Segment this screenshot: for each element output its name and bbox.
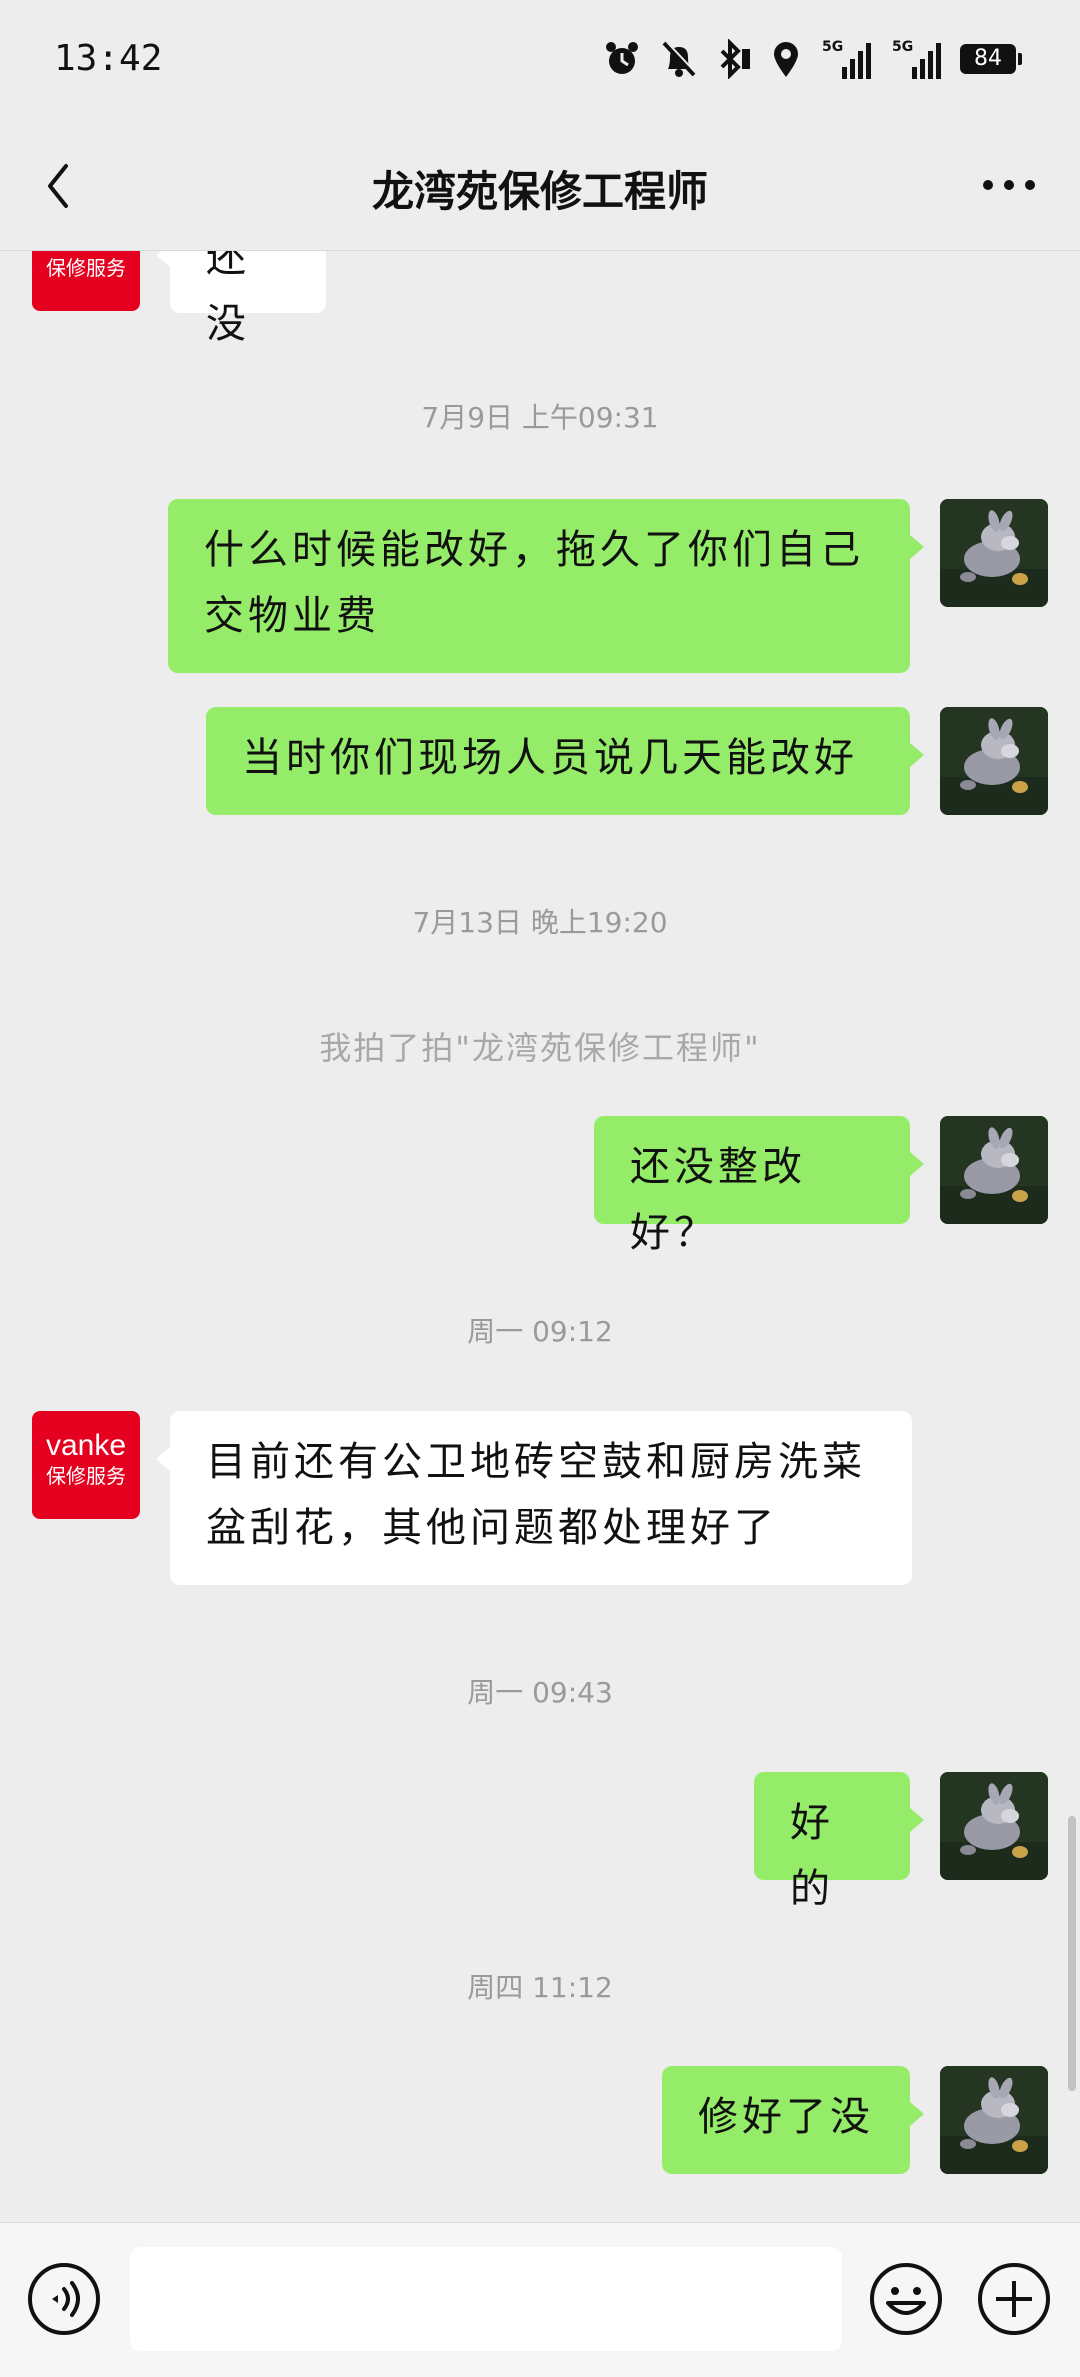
message-bubble-sent[interactable]: 什么时候能改好，拖久了你们自己交物业费 [168,499,924,673]
message-bubble-sent[interactable]: 当时你们现场人员说几天能改好 [206,707,924,815]
chat-title: 龙湾苑保修工程师 [371,167,708,216]
user-avatar[interactable] [940,1772,1048,1880]
chat-header: 龙湾苑保修工程师 [0,120,1080,251]
user-avatar[interactable] [940,707,1048,815]
battery-icon: 84 [960,44,1022,74]
message-list[interactable]: vanke 保修服务 还没 7月9日 上午09:31 什么时候能改好，拖久了你们… [0,251,1080,2221]
emoji-icon[interactable] [868,2261,944,2337]
status-time: 13:42 [54,38,163,79]
avatar-brand-text: vanke [45,1429,127,1462]
user-avatar[interactable] [940,499,1048,607]
message-input[interactable] [130,2247,842,2351]
donkey-plush-avatar-icon [940,1772,1048,1880]
avatar-sub-text: 保修服务 [46,1464,126,1488]
message-text: 还没整改好？ [630,1144,806,1256]
donkey-plush-avatar-icon [940,1116,1048,1224]
svg-text:5G: 5G [822,39,843,55]
message-bubble-received[interactable]: 目前还有公卫地砖空鼓和厨房洗菜盆刮花，其他问题都处理好了 [156,1411,912,1585]
message-bubble-received[interactable]: 还没 [156,251,326,347]
mute-bell-icon [662,41,698,77]
more-dots-icon[interactable] [974,160,1044,210]
message-text: 目前还有公卫地砖空鼓和厨房洗菜盆刮花，其他问题都处理好了 [206,1439,866,1551]
message-text: 当时你们现场人员说几天能改好 [242,735,858,781]
signal-5g-icon: 5G [822,39,871,79]
message-text: 还没 [206,251,250,347]
scrollbar-thumb[interactable] [1068,1816,1076,2091]
message-bubble-sent[interactable]: 修好了没 [662,2066,924,2174]
message-bubble-sent[interactable]: 还没整改好？ [594,1116,924,1256]
location-icon [774,42,798,77]
input-bar [0,2222,1080,2377]
message-bubble-sent[interactable]: 好的 [754,1772,924,1912]
system-pat-message: 我拍了拍"龙湾苑保修工程师" [319,1029,761,1067]
message-timestamp: 周一 09:43 [467,1676,613,1709]
status-icons: 5G 5G 84 [602,34,1022,84]
user-avatar[interactable] [940,1116,1048,1224]
user-avatar[interactable] [940,2066,1048,2174]
svg-text:5G: 5G [892,39,913,55]
message-text: 修好了没 [698,2094,874,2140]
voice-icon[interactable] [26,2261,102,2337]
chevron-left-icon[interactable] [36,156,86,216]
message-timestamp: 周一 09:12 [467,1315,613,1348]
avatar-sub-text: 保修服务 [46,256,126,280]
contact-avatar[interactable]: vanke 保修服务 [32,251,140,311]
signal-5g-icon: 5G [892,39,941,79]
message-timestamp: 7月13日 晚上19:20 [412,906,668,939]
message-text: 好的 [790,1800,834,1912]
donkey-plush-avatar-icon [940,499,1048,607]
status-bar: 13:42 5G 5G 84 [0,0,1080,120]
bluetooth-icon [720,39,750,79]
message-text: 什么时候能改好，拖久了你们自己交物业费 [204,527,864,639]
contact-avatar[interactable]: vanke 保修服务 [32,1411,140,1519]
donkey-plush-avatar-icon [940,2066,1048,2174]
donkey-plush-avatar-icon [940,707,1048,815]
message-timestamp: 7月9日 上午09:31 [421,401,659,434]
alarm-icon [606,42,638,74]
message-timestamp: 周四 11:12 [467,1971,613,2004]
plus-icon[interactable] [976,2261,1052,2337]
